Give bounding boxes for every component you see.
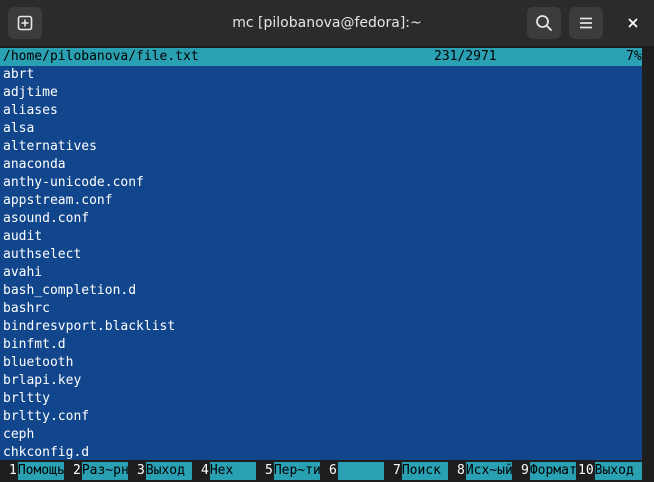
fkey-number: 10 <box>576 462 595 480</box>
file-line: brltty <box>3 391 50 406</box>
file-line: chkconfig.d <box>3 445 90 460</box>
fkey-label: Раз~рн <box>81 462 128 480</box>
search-button[interactable] <box>527 7 561 39</box>
fkey-number: 2 <box>64 462 82 480</box>
file-line: bluetooth <box>3 355 74 370</box>
file-path: /home/pilobanova/file.txt <box>3 49 199 64</box>
title-bar: mc [pilobanova@fedora]:~ <box>0 0 654 47</box>
fkey-help[interactable]: 1 Помощь <box>0 462 64 480</box>
fkey-number: 9 <box>512 462 530 480</box>
fkey-hex[interactable]: 4 Hex <box>192 462 256 480</box>
file-line: bindresvport.blacklist <box>3 319 176 334</box>
line-position: 231/2971 <box>434 49 497 64</box>
file-line: avahi <box>3 265 43 280</box>
function-key-bar: 1 Помощь 2 Раз~рн 3 Выход 4 Hex 5 Пер~ти 6 7П… <box>0 462 642 480</box>
fkey-label: Помощь <box>17 462 64 480</box>
file-line: appstream.conf <box>3 193 113 208</box>
fkey-number: 1 <box>0 462 18 480</box>
fkey-raw[interactable]: 8 Исх~ый <box>448 462 512 480</box>
fkey-label: Выход <box>145 462 192 480</box>
fkey-label: Hex <box>209 462 256 480</box>
fkey-number: 4 <box>192 462 210 480</box>
fkey-search[interactable]: 7 Поиск <box>384 462 448 480</box>
hamburger-menu-icon <box>580 17 592 29</box>
search-icon <box>536 15 552 31</box>
fkey-label: Поиск <box>401 462 448 480</box>
fkey-quit[interactable]: 10 Выход <box>576 462 642 480</box>
fkey-number: 6 <box>320 462 338 480</box>
new-tab-icon <box>17 15 33 31</box>
fkey-label <box>337 462 384 480</box>
file-line: brlapi.key <box>3 373 82 388</box>
fkey-wrap[interactable]: 2 Раз~рн <box>64 462 128 480</box>
file-line: binfmt.d <box>3 337 66 352</box>
fkey-label: Формат <box>529 462 576 480</box>
fkey-goto[interactable]: 5 Пер~ти <box>256 462 320 480</box>
file-line: anaconda <box>3 157 66 172</box>
file-line: bash_completion.d <box>3 283 137 298</box>
file-line: aliases <box>3 103 58 118</box>
scroll-percent: 7% <box>626 49 642 64</box>
fkey-6[interactable]: 6 <box>320 462 384 480</box>
file-line: alsa <box>3 121 35 136</box>
file-line: authselect <box>3 247 82 262</box>
file-line: audit <box>3 229 43 244</box>
fkey-label: Исх~ый <box>465 462 512 480</box>
terminal-window: mc [pilobanova@fedora]:~ /home/pilobanov… <box>0 0 654 482</box>
close-button[interactable] <box>617 7 649 39</box>
file-viewer[interactable]: /home/pilobanova/file.txt 231/2971 7% ab… <box>0 48 642 460</box>
file-line: asound.conf <box>3 211 90 226</box>
fkey-exit[interactable]: 3 Выход <box>128 462 192 480</box>
file-line: alternatives <box>3 139 97 154</box>
viewer-status-line: /home/pilobanova/file.txt 231/2971 7% <box>0 48 642 66</box>
fkey-number: 5 <box>256 462 274 480</box>
fkey-label: Пер~ти <box>273 462 320 480</box>
file-line: brltty.conf <box>3 409 90 424</box>
close-icon <box>628 18 638 28</box>
new-tab-button[interactable] <box>8 7 42 39</box>
menu-button[interactable] <box>569 7 603 39</box>
fkey-format[interactable]: 9 Формат <box>512 462 576 480</box>
file-line: anthy-unicode.conf <box>3 175 144 190</box>
file-line: ceph <box>3 427 35 442</box>
fkey-number: 8 <box>448 462 466 480</box>
fkey-label: Выход <box>594 462 642 480</box>
file-line: bashrc <box>3 301 50 316</box>
file-line: abrt <box>3 67 35 82</box>
scrollbar[interactable] <box>643 46 652 482</box>
fkey-number: 7 <box>384 462 402 480</box>
file-content: abrt adjtime aliases alsa alternatives a… <box>0 66 642 462</box>
file-line: adjtime <box>3 85 58 100</box>
terminal-area[interactable]: /home/pilobanova/file.txt 231/2971 7% ab… <box>0 46 654 482</box>
fkey-number: 3 <box>128 462 146 480</box>
